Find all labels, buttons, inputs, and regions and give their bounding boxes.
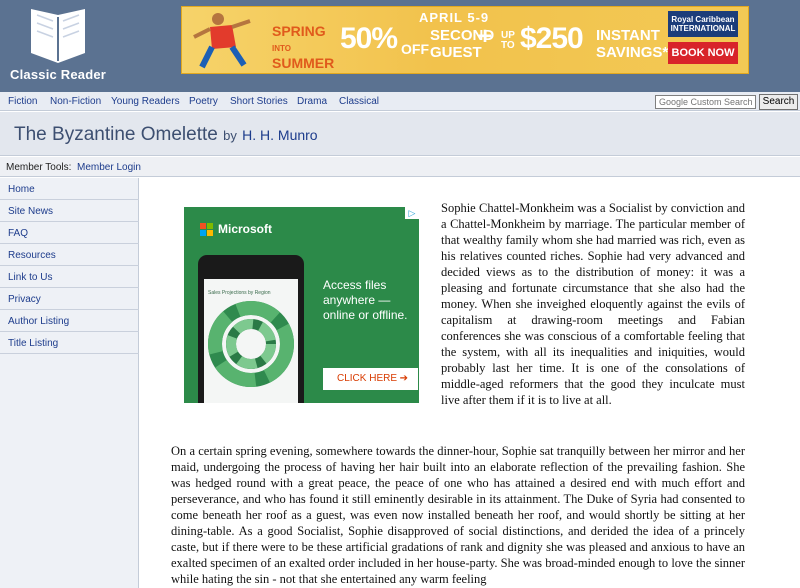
book-title-text: The Byzantine Omelette bbox=[14, 124, 218, 145]
sidebar: Home Site News FAQ Resources Link to Us … bbox=[0, 178, 139, 588]
promo-instant-word: INSTANT bbox=[596, 27, 660, 44]
sidebar-item-label: Privacy bbox=[8, 294, 41, 305]
microsoft-logo-icon bbox=[200, 223, 213, 236]
open-book-icon[interactable] bbox=[27, 5, 89, 65]
sidebar-item-label: Title Listing bbox=[8, 338, 59, 349]
sidebar-item-link-to-us[interactable]: Link to Us bbox=[0, 266, 139, 288]
phone-image: Sales Projections by Region bbox=[198, 255, 304, 403]
donut-chart-icon bbox=[208, 301, 294, 387]
nav-young-readers[interactable]: Young Readers bbox=[111, 96, 180, 107]
nav-drama[interactable]: Drama bbox=[297, 96, 327, 107]
sidebar-item-label: Resources bbox=[8, 250, 56, 261]
nav-fiction[interactable]: Fiction bbox=[8, 96, 37, 107]
member-tools-label: Member Tools: bbox=[6, 162, 72, 173]
ad-brand-name: Microsoft bbox=[218, 222, 272, 236]
promo-savings-word: SAVINGS* bbox=[596, 44, 669, 61]
sidebar-item-label: FAQ bbox=[8, 228, 29, 239]
site-header: Classic Reader APRIL 5-9 SPRING INTO SUM… bbox=[0, 0, 800, 92]
ad-click-here-button[interactable]: CLICK HERE ➔ bbox=[323, 368, 418, 390]
nav-short-stories[interactable]: Short Stories bbox=[230, 96, 288, 107]
nav-classical[interactable]: Classical bbox=[339, 96, 379, 107]
promo-spring-label: SPRING INTO SUMMER bbox=[272, 24, 334, 71]
site-logo-text[interactable]: Classic Reader bbox=[10, 67, 106, 82]
story-paragraph-2: On a certain spring evening, somewhere t… bbox=[171, 444, 745, 586]
promo-plus: + bbox=[478, 23, 493, 50]
sidebar-item-title-listing[interactable]: Title Listing bbox=[0, 332, 139, 354]
promo-amount: $250 bbox=[520, 22, 584, 55]
member-tools-bar: Member Tools: Member Login bbox=[0, 157, 800, 177]
promo-into-word: INTO bbox=[272, 44, 291, 53]
story-content: ▷ Microsoft Sales Projections by Region … bbox=[140, 178, 800, 588]
sidebar-item-label: Site News bbox=[8, 206, 54, 217]
book-author-link[interactable]: H. H. Munro bbox=[242, 127, 317, 143]
sidebar-item-resources[interactable]: Resources bbox=[0, 244, 139, 266]
page-title: The Byzantine Omelette by H. H. Munro bbox=[14, 124, 318, 146]
sidebar-item-label: Link to Us bbox=[8, 272, 53, 283]
book-now-button[interactable]: BOOK NOW bbox=[668, 42, 738, 64]
promo-up-to: UP TO bbox=[501, 30, 515, 51]
microsoft-ad[interactable]: ▷ Microsoft Sales Projections by Region … bbox=[184, 207, 419, 403]
sidebar-item-label: Author Listing bbox=[8, 316, 70, 327]
adchoices-icon[interactable]: ▷ bbox=[405, 207, 419, 219]
cruise-brand-logo: Royal Caribbean INTERNATIONAL bbox=[668, 11, 738, 37]
promo-guest-word: GUEST bbox=[430, 44, 482, 61]
book-by-label: by bbox=[223, 128, 237, 143]
nav-poetry[interactable]: Poetry bbox=[189, 96, 218, 107]
story-paragraph-1: Sophie Chattel-Monkheim was a Socialist … bbox=[441, 201, 745, 407]
sidebar-item-label: Home bbox=[8, 184, 35, 195]
search-input[interactable] bbox=[655, 95, 756, 109]
cruise-ad-banner[interactable]: APRIL 5-9 SPRING INTO SUMMER 50% OFF SEC… bbox=[181, 6, 749, 74]
promo-summer-word: SUMMER bbox=[272, 55, 335, 71]
sidebar-item-privacy[interactable]: Privacy bbox=[0, 288, 139, 310]
sidebar-item-site-news[interactable]: Site News bbox=[0, 200, 139, 222]
sidebar-item-author-listing[interactable]: Author Listing bbox=[0, 310, 139, 332]
phone-screen-label: Sales Projections by Region bbox=[208, 290, 271, 296]
nav-non-fiction[interactable]: Non-Fiction bbox=[50, 96, 101, 107]
promo-spring-word: SPRING bbox=[272, 23, 326, 39]
promo-instant-savings: INSTANT SAVINGS* bbox=[596, 27, 668, 61]
sidebar-item-faq[interactable]: FAQ bbox=[0, 222, 139, 244]
promo-percent: 50% bbox=[340, 22, 398, 55]
book-title-bar: The Byzantine Omelette by H. H. Munro bbox=[0, 112, 800, 156]
phone-screen: Sales Projections by Region bbox=[204, 279, 298, 403]
child-running-image bbox=[193, 13, 251, 69]
search-button[interactable]: Search bbox=[759, 94, 798, 110]
ad-cta-label: CLICK HERE bbox=[337, 373, 398, 384]
ad-copy: Access files anywhere — online or offlin… bbox=[323, 278, 408, 322]
promo-off: OFF bbox=[401, 41, 429, 57]
member-login-link[interactable]: Member Login bbox=[77, 162, 141, 173]
sidebar-item-home[interactable]: Home bbox=[0, 178, 139, 200]
arrow-right-icon: ➔ bbox=[399, 373, 408, 384]
